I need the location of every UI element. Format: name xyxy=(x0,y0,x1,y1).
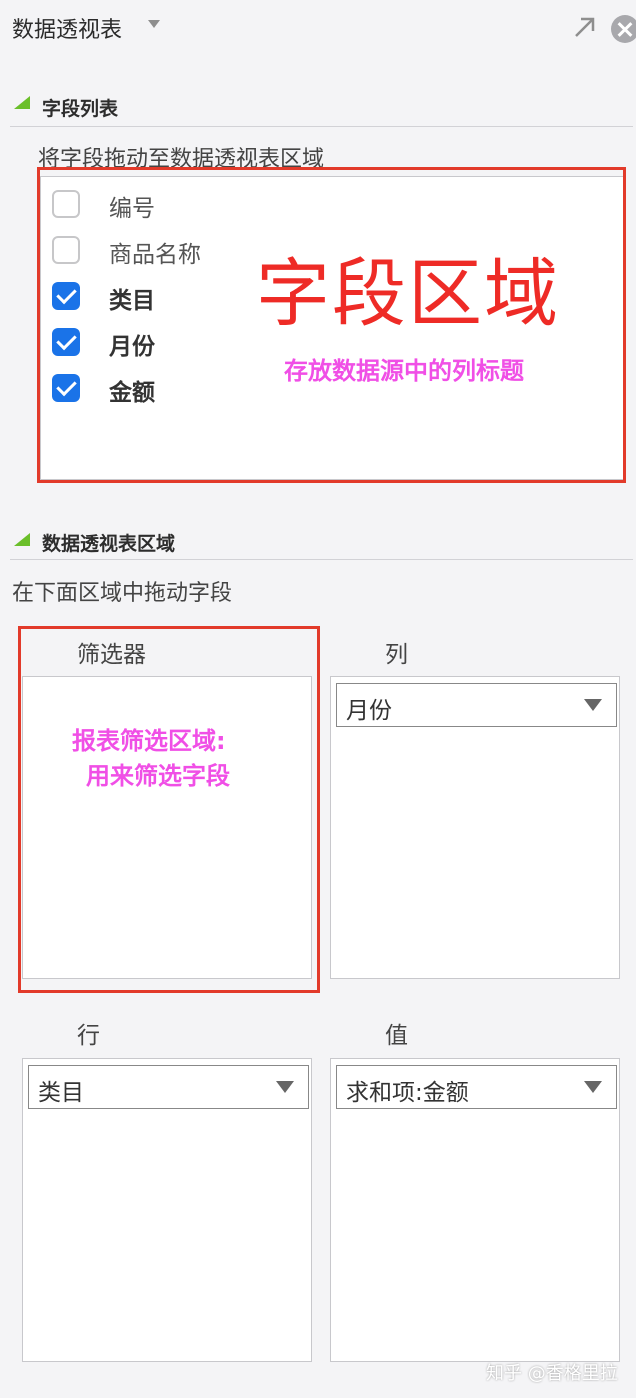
rows-field-dropdown[interactable]: 类目 xyxy=(28,1065,309,1109)
panel-title: 数据透视表 xyxy=(12,18,123,43)
values-field-dropdown[interactable]: 求和项:金额 xyxy=(336,1065,617,1109)
collapse-triangle-icon[interactable] xyxy=(14,96,30,109)
dropdown-value: 求和项:金额 xyxy=(346,1080,469,1106)
values-area-label: 值 xyxy=(385,1023,408,1049)
columns-field-dropdown[interactable]: 月份 xyxy=(336,683,617,727)
field-list-title: 字段列表 xyxy=(42,98,119,120)
divider xyxy=(10,126,633,127)
dropdown-caret-icon[interactable] xyxy=(276,1081,294,1093)
field-area-annotation-title: 字段区域 xyxy=(256,251,560,337)
pivot-areas-hint: 在下面区域中拖动字段 xyxy=(12,581,233,606)
values-drop-area[interactable]: 求和项:金额 xyxy=(330,1058,620,1362)
dropdown-value: 月份 xyxy=(346,698,392,724)
dropdown-caret-icon[interactable] xyxy=(584,1081,602,1093)
pivot-areas-title: 数据透视表区域 xyxy=(42,533,176,555)
columns-drop-area[interactable]: 月份 xyxy=(330,676,620,979)
dropdown-caret-icon[interactable] xyxy=(584,699,602,711)
expand-arrow-icon[interactable] xyxy=(572,14,598,40)
filter-area-annotation-box xyxy=(18,626,320,993)
title-dropdown-icon[interactable] xyxy=(148,20,160,28)
rows-drop-area[interactable]: 类目 xyxy=(22,1058,312,1362)
filter-annotation-line2: 用来筛选字段 xyxy=(86,762,230,790)
columns-area-label: 列 xyxy=(385,642,408,668)
watermark: 知乎 @香格里拉 xyxy=(486,1363,618,1384)
collapse-triangle-icon[interactable] xyxy=(14,533,30,546)
field-area-annotation-note: 存放数据源中的列标题 xyxy=(284,357,524,385)
divider xyxy=(10,559,633,560)
rows-area-label: 行 xyxy=(77,1023,100,1049)
close-icon[interactable] xyxy=(611,15,636,43)
dropdown-value: 类目 xyxy=(38,1080,84,1106)
filter-annotation-line1: 报表筛选区域: xyxy=(72,727,226,755)
